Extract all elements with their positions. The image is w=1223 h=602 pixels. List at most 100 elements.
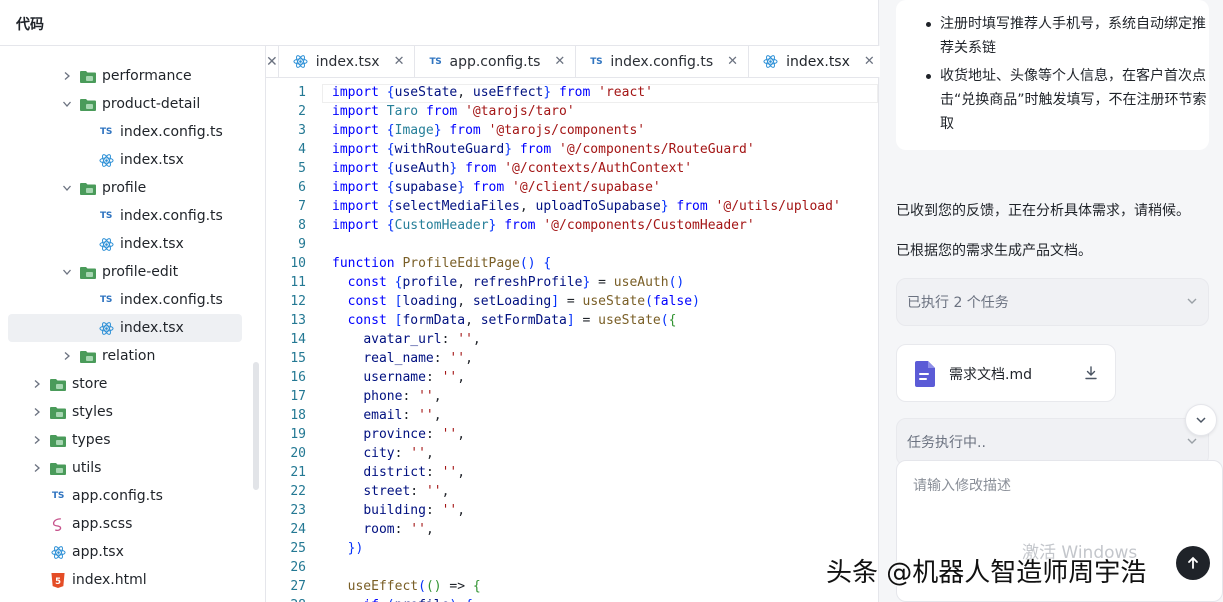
line-number: 6 [298,180,306,195]
tree-folder-profile-edit[interactable]: profile-edit [8,258,242,286]
line-number: 26 [290,560,306,575]
scroll-down-button[interactable] [1185,404,1217,436]
code-line: 2 import Taro from '@tarojs/taro' [266,102,879,121]
code-line: 12 const [loading, setLoading] = useStat… [266,292,879,311]
tree-folder-types[interactable]: types [8,426,242,454]
tree-file[interactable]: app.scss [8,510,242,538]
close-icon[interactable]: ✕ [554,54,565,69]
code-text: }) [347,541,364,556]
line-number: 12 [290,294,306,309]
tree-file[interactable]: index.tsx [8,314,242,342]
tree-item-label: profile-edit [102,264,179,280]
folder-icon [50,376,66,392]
typescript-icon: TS [51,491,65,501]
typescript-icon: TS [99,295,113,305]
html5-icon: 5 [50,572,66,588]
task-summary-label: 已执行 2 个任务 [907,295,1009,311]
code-line: 11 const {profile, refreshProfile} = use… [266,273,879,292]
chevron-down-icon[interactable] [60,97,74,111]
tree-file[interactable]: index.tsx [8,230,242,258]
tree-folder-styles[interactable]: styles [8,398,242,426]
chevron-down-icon[interactable] [60,265,74,279]
task-running-label: 任务执行中.. [907,435,986,451]
code-text: province: '', [363,427,466,442]
tab-label: index.tsx [315,53,380,70]
line-number: 18 [290,408,306,423]
folder-icon [80,264,96,280]
line-number: 5 [298,161,306,176]
tree-file[interactable]: TS index.config.ts [8,118,242,146]
tree-item-label: profile [102,180,147,196]
code-line: 15 real_name: '', [266,349,879,368]
code-text: room: '', [363,522,434,537]
tree-file[interactable]: TS app.config.ts [8,482,242,510]
tree-item-label: app.scss [72,516,133,532]
line-number: 19 [290,427,306,442]
code-text: building: '', [363,503,466,518]
chevron-right-icon[interactable] [60,69,74,83]
line-number: 14 [290,332,306,347]
line-number: 15 [290,351,306,366]
code-text: function ProfileEditPage() { [332,256,552,271]
task-running-collapsible[interactable]: 任务执行中.. [896,418,1209,466]
typescript-icon: TS [429,56,442,67]
task-summary-collapsible[interactable]: 已执行 2 个任务 [896,278,1209,326]
chevron-right-icon[interactable] [60,349,74,363]
tree-file[interactable]: TS index.config.ts [8,202,242,230]
tree-folder-store[interactable]: store [8,370,242,398]
send-button[interactable] [1176,546,1210,580]
tree-file[interactable]: 5 index.html [8,566,242,594]
tree-item-label: styles [72,404,113,420]
tree-file[interactable]: app.tsx [8,538,242,566]
chevron-right-icon[interactable] [30,405,44,419]
close-icon[interactable]: ✕ [864,54,875,69]
editor-tab[interactable]: index.tsx ✕ [749,46,886,77]
folder-icon [80,348,96,364]
modify-description-input[interactable] [897,461,1223,541]
code-line: 10 function ProfileEditPage() { [266,254,879,273]
line-number: 11 [290,275,306,290]
tree-folder-relation[interactable]: relation [8,342,242,370]
chevron-right-icon[interactable] [30,377,44,391]
file-tree-scrollbar[interactable] [253,362,259,490]
code-text: const [loading, setLoading] = useState(f… [347,294,700,309]
bullet-list: 注册时填写推荐人手机号，系统自动绑定推荐关系链 收货地址、头像等个人信息，在客户首… [924,0,1214,136]
file-attachment[interactable]: 需求文档.md [896,344,1116,402]
close-icon[interactable]: ✕ [266,46,279,77]
code-text: if (profile) { [332,598,473,602]
chevron-down-icon [1186,295,1198,310]
tree-folder-utils[interactable]: utils [8,454,242,482]
chevron-down-icon[interactable] [60,181,74,195]
line-number: 13 [290,313,306,328]
tree-item-label: types [72,432,111,448]
code-line: 13 const [formData, setFormData] = useSt… [266,311,879,330]
tree-file[interactable]: TS index.config.ts [8,286,242,314]
line-number: 4 [298,142,306,157]
tree-folder-performance[interactable]: performance [8,62,242,90]
code-line: 25 }) [266,539,879,558]
code-editor[interactable]: 1 import {useState, useEffect} from 'reac… [266,82,879,602]
document-icon [915,361,935,387]
download-icon[interactable] [1083,365,1099,381]
tree-item-label: index.config.ts [120,292,223,308]
code-text: phone: '', [363,389,442,404]
tree-file[interactable]: index.tsx [8,146,242,174]
code-text: import {withRouteGuard} from '@/componen… [332,142,755,157]
tree-folder-profile[interactable]: profile [8,174,242,202]
code-panel: 代码 performance product-detail TS index.conf… [0,0,886,602]
react-icon [98,320,114,336]
code-line: 5 import {useAuth} from '@/contexts/AuthC… [266,159,879,178]
editor-tab[interactable]: TS app.config.ts ✕ [415,46,577,77]
editor-tab[interactable]: index.tsx ✕ [279,46,416,77]
chevron-right-icon[interactable] [30,461,44,475]
bullet-item: 收货地址、头像等个人信息，在客户首次点击“兑换商品”时触发填写，不在注册环节索取 [924,64,1214,136]
line-number: 9 [298,237,306,252]
tree-folder-product-detail[interactable]: product-detail [8,90,242,118]
tree-item-label: index.config.ts [120,124,223,140]
code-line: 21 district: '', [266,463,879,482]
close-icon[interactable]: ✕ [727,54,738,69]
editor-tab[interactable]: TS index.config.ts ✕ [576,46,750,77]
chevron-right-icon[interactable] [30,433,44,447]
code-text: district: '', [363,465,466,480]
close-icon[interactable]: ✕ [394,54,405,69]
